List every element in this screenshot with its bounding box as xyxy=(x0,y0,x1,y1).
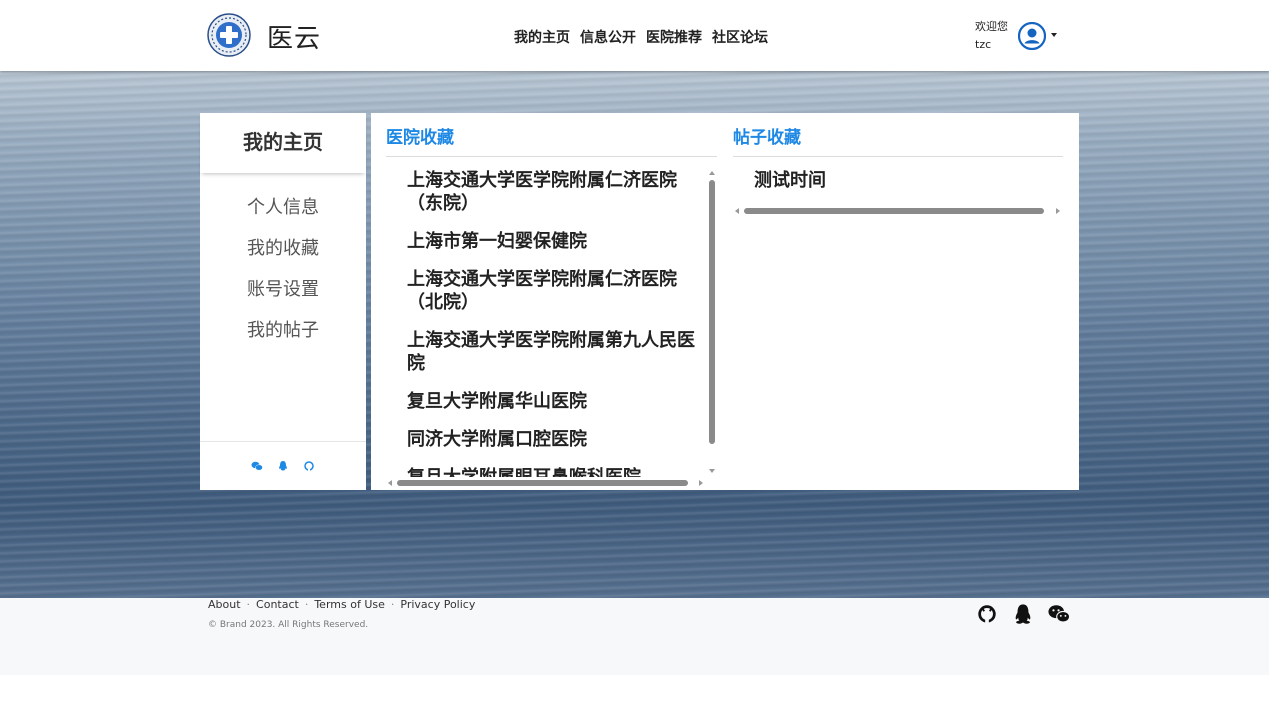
sidebar-footer xyxy=(200,441,366,490)
sidebar-item-favorites[interactable]: 我的收藏 xyxy=(200,234,366,275)
github-icon[interactable] xyxy=(303,460,315,472)
nav-info-public[interactable]: 信息公开 xyxy=(580,27,636,47)
qq-icon[interactable] xyxy=(277,460,289,472)
separator: · xyxy=(304,598,309,611)
qq-icon[interactable] xyxy=(1012,603,1034,625)
user-avatar-icon[interactable] xyxy=(1018,22,1046,50)
medical-cross-logo-icon[interactable] xyxy=(207,13,251,57)
hospital-title-divider xyxy=(386,156,717,157)
main-nav: 我的主页 信息公开 医院推荐 社区论坛 xyxy=(514,27,768,47)
sidebar-menu: 个人信息 我的收藏 账号设置 我的帖子 xyxy=(200,193,366,357)
nav-hospital-recommend[interactable]: 医院推荐 xyxy=(646,27,702,47)
wechat-icon[interactable] xyxy=(251,460,263,472)
hospital-list-item[interactable]: 上海交通大学医学院附属第九人民医院 xyxy=(407,329,696,375)
post-list-item[interactable]: 测试时间 xyxy=(733,169,1063,192)
sidebar-item-my-posts[interactable]: 我的帖子 xyxy=(200,316,366,357)
welcome-block: 欢迎您 tzc xyxy=(975,18,1008,54)
post-list-horizontal-scrollbar[interactable] xyxy=(744,208,1044,214)
scroll-left-arrow-icon[interactable] xyxy=(388,480,392,486)
footer-links: About · Contact · Terms of Use · Privacy Polic… xyxy=(208,598,475,611)
top-navbar: 医云 我的主页 信息公开 医院推荐 社区论坛 欢迎您 tzc xyxy=(0,0,1269,71)
scroll-down-arrow-icon[interactable] xyxy=(709,469,715,473)
scroll-right-arrow-icon[interactable] xyxy=(699,480,703,486)
footer-link-privacy[interactable]: Privacy Policy xyxy=(400,598,475,611)
sidebar-item-account-settings[interactable]: 账号设置 xyxy=(200,275,366,316)
separator: · xyxy=(390,598,395,611)
hospital-list-vertical-scrollbar[interactable] xyxy=(709,180,715,444)
footer-link-about[interactable]: About xyxy=(208,598,241,611)
brand-name[interactable]: 医云 xyxy=(267,18,321,55)
user-dropdown-caret-icon[interactable] xyxy=(1051,33,1057,37)
scroll-up-arrow-icon[interactable] xyxy=(709,171,715,175)
post-favorites-list: 测试时间 xyxy=(733,169,1063,192)
sidebar-title: 我的主页 xyxy=(200,113,366,173)
copyright-text: © Brand 2023. All Rights Reserved. xyxy=(208,620,369,630)
hospital-list-item[interactable]: 上海市第一妇婴保健院 xyxy=(407,230,696,253)
nav-home[interactable]: 我的主页 xyxy=(514,27,570,47)
nav-community-forum[interactable]: 社区论坛 xyxy=(712,27,768,47)
hospital-list-item[interactable]: 上海交通大学医学院附属仁济医院（东院） xyxy=(407,169,696,215)
footer-social-icons xyxy=(976,603,1070,625)
hospital-favorites-title: 医院收藏 xyxy=(386,128,454,148)
hospital-favorites-list[interactable]: 上海交通大学医学院附属仁济医院（东院） 上海市第一妇婴保健院 上海交通大学医学院… xyxy=(386,169,704,484)
page-footer: About · Contact · Terms of Use · Privacy Polic… xyxy=(0,598,1269,675)
github-icon[interactable] xyxy=(976,603,998,625)
footer-link-contact[interactable]: Contact xyxy=(256,598,299,611)
hospital-list-horizontal-scrollbar[interactable] xyxy=(397,480,688,486)
hospital-list-item[interactable]: 同济大学附属口腔医院 xyxy=(407,428,696,451)
favorites-card: 医院收藏 帖子收藏 上海交通大学医学院附属仁济医院（东院） 上海市第一妇婴保健院… xyxy=(371,113,1079,490)
welcome-text: 欢迎您 xyxy=(975,20,1008,33)
hospital-list-item[interactable]: 上海交通大学医学院附属仁济医院（北院） xyxy=(407,268,696,314)
post-favorites-title: 帖子收藏 xyxy=(733,128,801,148)
username: tzc xyxy=(975,38,992,51)
sidebar-card: 我的主页 个人信息 我的收藏 账号设置 我的帖子 xyxy=(200,113,366,490)
hospital-list-item[interactable]: 复旦大学附属华山医院 xyxy=(407,390,696,413)
footer-link-terms[interactable]: Terms of Use xyxy=(314,598,385,611)
scroll-right-arrow-icon[interactable] xyxy=(1056,208,1060,214)
separator: · xyxy=(246,598,251,611)
wechat-icon[interactable] xyxy=(1048,603,1070,625)
scroll-left-arrow-icon[interactable] xyxy=(735,208,739,214)
sidebar-item-profile[interactable]: 个人信息 xyxy=(200,193,366,234)
post-title-divider xyxy=(733,156,1063,157)
